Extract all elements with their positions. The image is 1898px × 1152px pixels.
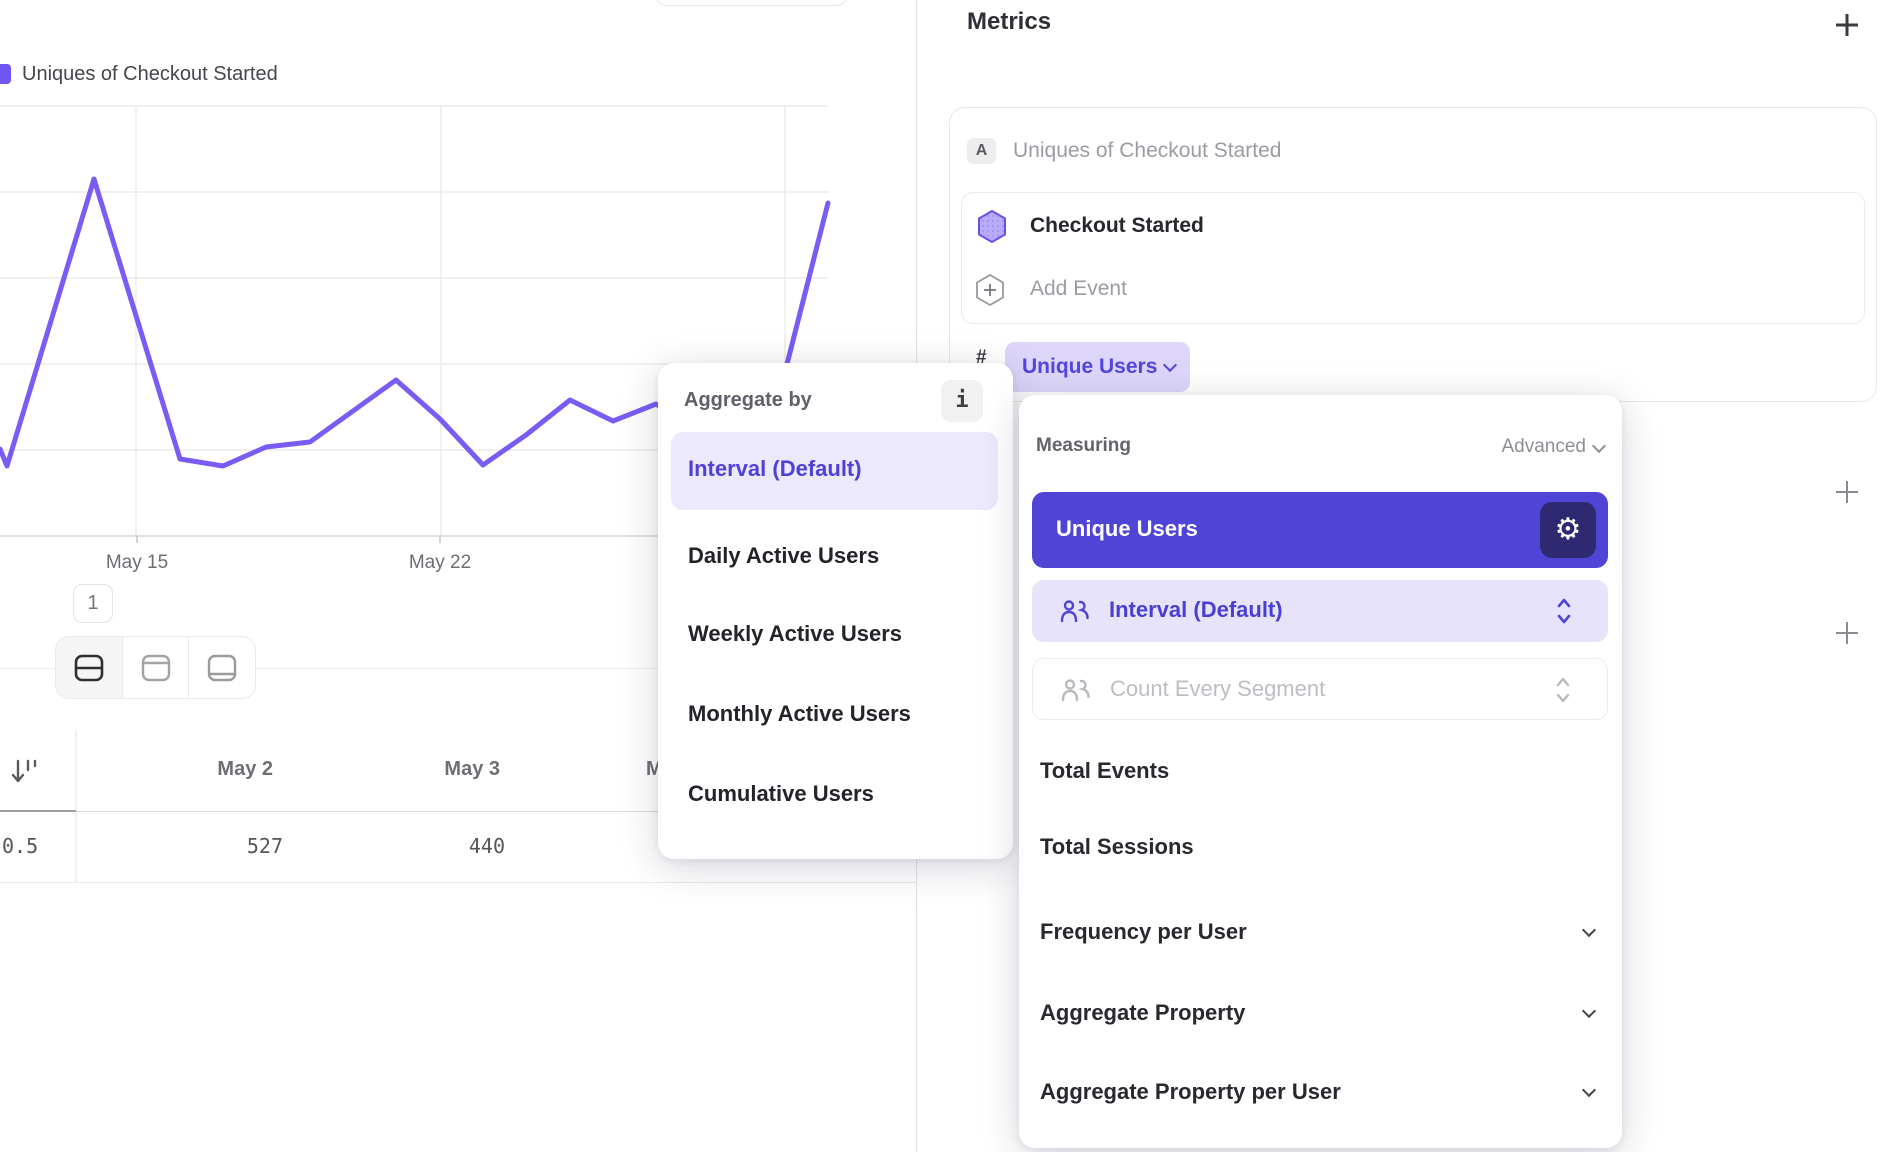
unique-users-chip-label[interactable]: Unique Users: [1022, 355, 1157, 379]
option-interval-default-selected[interactable]: Interval (Default): [671, 432, 998, 510]
layout-chart-top-button[interactable]: [122, 637, 189, 698]
interval-default-selector[interactable]: Interval (Default): [1032, 580, 1608, 642]
legend-swatch: [0, 64, 11, 84]
chevron-down-icon: [1582, 923, 1596, 937]
table-row-border: [0, 882, 916, 883]
table-frozen-column-divider: [75, 729, 77, 882]
people-icon: [1061, 678, 1091, 702]
metric-name[interactable]: Uniques of Checkout Started: [1013, 139, 1282, 163]
up-down-selector-icon: [1556, 597, 1572, 625]
x-tick-may-15: May 15: [92, 552, 182, 574]
add-row-icon[interactable]: [1835, 480, 1859, 504]
measuring-option-total-sessions[interactable]: Total Sessions: [1040, 834, 1194, 860]
chevron-down-icon: [1592, 439, 1606, 453]
split-horizontal-icon: [72, 651, 106, 685]
event-name[interactable]: Checkout Started: [1030, 214, 1204, 238]
measuring-option-aggregate-property[interactable]: Aggregate Property: [1040, 1000, 1245, 1026]
advanced-dropdown[interactable]: Advanced: [1501, 436, 1586, 458]
table-header-may-2[interactable]: May 2: [73, 758, 273, 781]
aggregate-by-title: Aggregate by: [684, 389, 812, 412]
event-card: [961, 192, 1865, 324]
measuring-popup: Measuring Advanced Unique Users ⚙ Interv…: [1019, 395, 1622, 1148]
info-icon[interactable]: i: [941, 380, 983, 422]
chevron-down-icon: [1582, 1004, 1596, 1018]
option-label: Unique Users: [1056, 516, 1198, 542]
x-tick-may-22: May 22: [395, 552, 485, 574]
table-bottom-icon: [205, 651, 239, 685]
aggregate-by-popup: Aggregate by i Interval (Default) Daily …: [658, 363, 1013, 859]
count-every-segment-selector[interactable]: Count Every Segment: [1032, 658, 1608, 720]
event-hexagon-icon: [976, 209, 1008, 244]
interval-default-label: Interval (Default): [1109, 597, 1283, 623]
measuring-label: Measuring: [1036, 435, 1131, 457]
layout-split-horizontal-button[interactable]: [56, 637, 122, 698]
option-daily-active-users[interactable]: Daily Active Users: [688, 543, 879, 569]
table-cell-may-3[interactable]: 440: [305, 834, 505, 858]
chevron-down-icon: [1582, 1083, 1596, 1097]
add-event-hexagon-icon: [974, 273, 1006, 307]
option-monthly-active-users[interactable]: Monthly Active Users: [688, 701, 911, 727]
table-header-may-3[interactable]: May 3: [300, 758, 500, 781]
gear-icon: ⚙: [1555, 512, 1582, 547]
add-metric-icon[interactable]: [1834, 12, 1860, 38]
up-down-selector-icon: [1555, 676, 1571, 704]
pagination-page-1-button[interactable]: 1: [73, 584, 113, 623]
chart-top-icon: [139, 651, 173, 685]
option-cumulative-users[interactable]: Cumulative Users: [688, 781, 874, 807]
metrics-section-title: Metrics: [967, 8, 1051, 36]
option-label: Interval (Default): [688, 456, 862, 482]
add-row-icon[interactable]: [1835, 621, 1859, 645]
measuring-option-frequency-per-user[interactable]: Frequency per User: [1040, 919, 1247, 945]
table-header-border-left: [0, 810, 76, 812]
add-event-button[interactable]: Add Event: [1030, 277, 1127, 301]
measuring-option-unique-users-selected[interactable]: Unique Users ⚙: [1032, 492, 1608, 568]
people-icon: [1060, 599, 1090, 623]
layout-toggle-group: [55, 636, 256, 699]
table-cell-may-2[interactable]: 527: [83, 834, 283, 858]
table-row-label-fragment: 0.5: [2, 834, 62, 858]
measuring-option-total-events[interactable]: Total Events: [1040, 758, 1169, 784]
metric-letter-badge: A: [967, 138, 996, 164]
toolbar-button-cut-off[interactable]: [655, 0, 848, 6]
analytics-report-page: Uniques of Checkout Started May 15 May 2…: [0, 0, 1898, 1152]
unique-users-settings-button[interactable]: ⚙: [1540, 502, 1596, 558]
layout-table-bottom-button[interactable]: [188, 637, 255, 698]
measuring-option-aggregate-property-per-user[interactable]: Aggregate Property per User: [1040, 1079, 1341, 1105]
sort-icon[interactable]: [8, 756, 40, 788]
count-every-segment-label: Count Every Segment: [1110, 676, 1325, 702]
option-weekly-active-users[interactable]: Weekly Active Users: [688, 621, 902, 647]
legend-label: Uniques of Checkout Started: [22, 63, 278, 86]
